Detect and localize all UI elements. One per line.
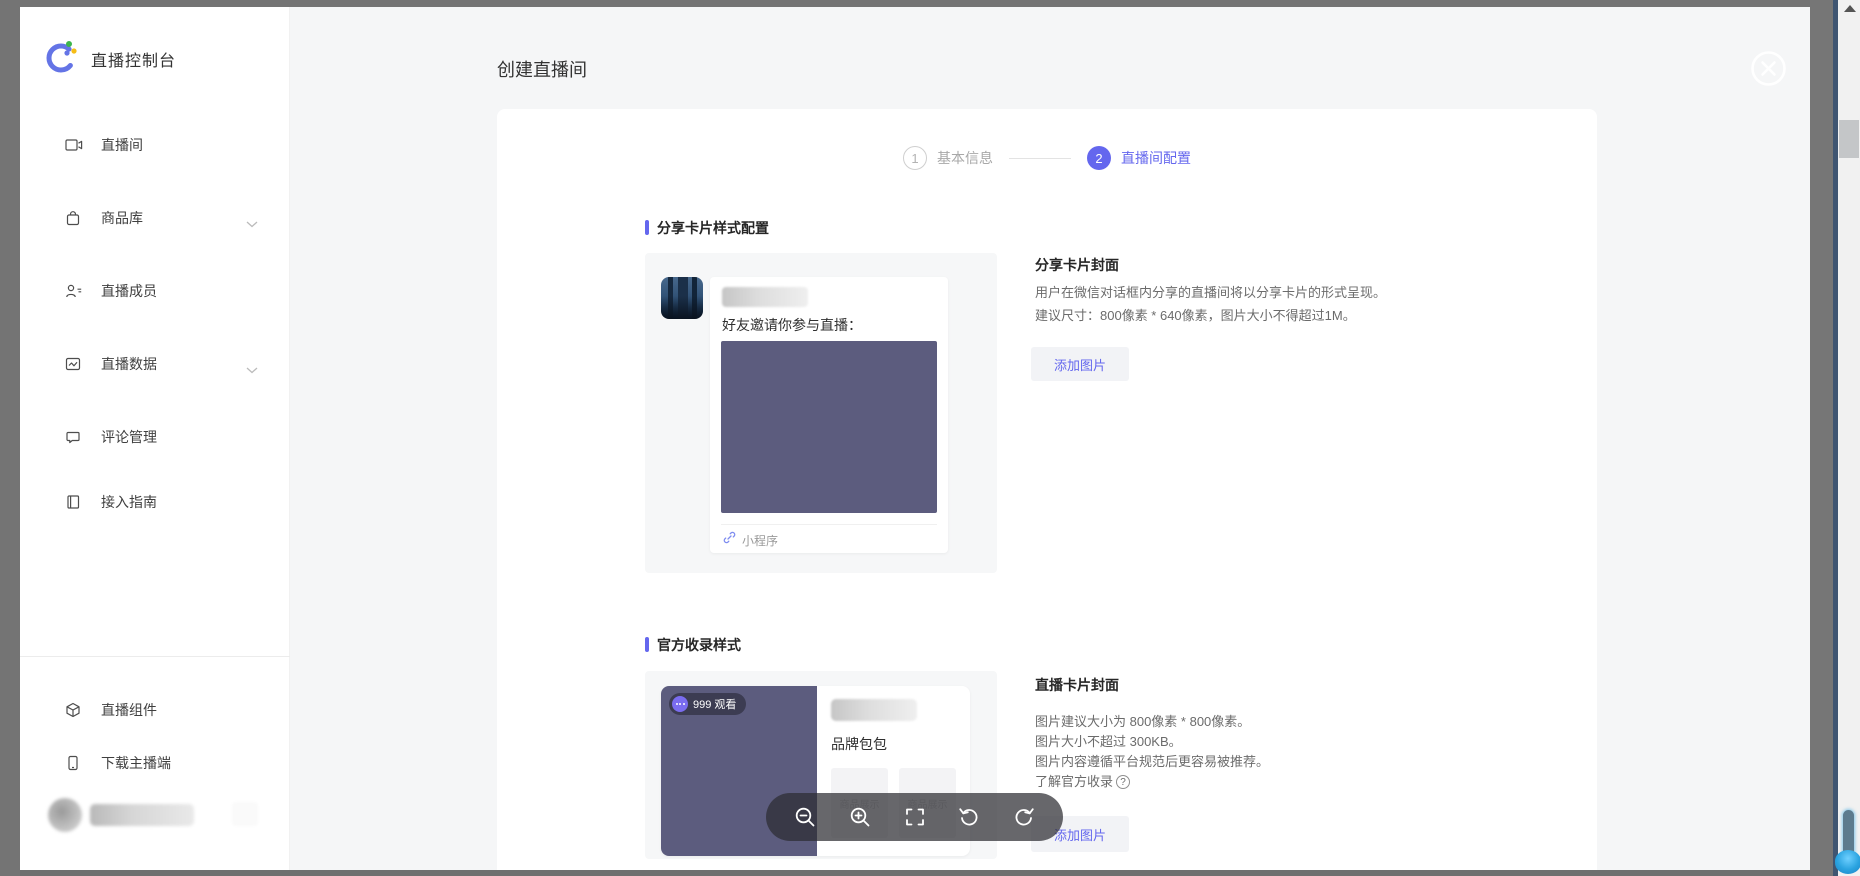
mini-program-label: 小程序 — [742, 532, 778, 549]
viewers-count: 999 观看 — [693, 696, 736, 712]
sidebar-item-label: 接入指南 — [101, 492, 157, 512]
close-button[interactable] — [1750, 50, 1787, 87]
app-title: 直播控制台 — [91, 47, 176, 71]
mini-program-row: 小程序 — [723, 531, 778, 549]
sidebar-item-live-data[interactable]: 直播数据 — [20, 344, 290, 384]
comment-icon — [65, 429, 83, 445]
help-question-icon: ? — [1116, 775, 1130, 789]
video-camera-icon — [65, 137, 83, 153]
zoom-in-icon[interactable] — [847, 804, 873, 830]
section-accent-bar — [645, 637, 649, 652]
sidebar-item-label: 直播成员 — [101, 281, 157, 301]
window-frame-bottom — [0, 870, 1833, 876]
share-chat-card: 好友邀请你参与直播： 小程序 — [710, 277, 948, 553]
learn-official-link[interactable]: 了解官方收录 ? — [1035, 772, 1130, 792]
viewers-badge: 999 观看 — [669, 693, 746, 715]
sidebar-item-label: 商品库 — [101, 208, 143, 228]
step-number: 1 — [903, 146, 927, 170]
cube-icon — [65, 702, 83, 718]
window-frame-right — [1810, 0, 1833, 876]
fullscreen-icon[interactable] — [902, 804, 928, 830]
sidebar-item-product-library[interactable]: 商品库 — [20, 198, 290, 238]
members-icon — [65, 283, 83, 299]
live-cover-line1: 图片建议大小为 800像素 * 800像素。 — [1035, 712, 1250, 732]
chevron-down-icon — [246, 215, 258, 233]
step-label: 直播间配置 — [1121, 148, 1191, 168]
sidebar-item-comment-management[interactable]: 评论管理 — [20, 417, 290, 457]
user-name-blurred — [90, 804, 194, 826]
sidebar-item-label: 下载主播端 — [101, 753, 171, 773]
zoom-out-icon[interactable] — [792, 804, 818, 830]
stepper: 1 基本信息 2 直播间配置 — [497, 146, 1597, 170]
scrollbar-up-arrow-icon[interactable] — [1844, 5, 1856, 12]
user-badge-blurred — [232, 802, 258, 826]
share-cover-line2: 建议尺寸：800像素 * 640像素，图片大小不得超过1M。 — [1035, 304, 1356, 327]
sidebar-divider — [20, 656, 290, 657]
phone-icon — [65, 755, 83, 771]
sidebar-item-live-members[interactable]: 直播成员 — [20, 271, 290, 311]
live-cover-title: 直播卡片封面 — [1035, 675, 1119, 695]
share-card-image-placeholder — [721, 341, 937, 513]
window-frame-left — [0, 0, 20, 876]
invite-text: 好友邀请你参与直播： — [722, 315, 862, 335]
window-frame-top — [0, 0, 1833, 7]
add-share-image-button[interactable]: 添加图片 — [1031, 347, 1129, 381]
sidebar-item-integration-guide[interactable]: 接入指南 — [20, 482, 290, 522]
step-room-config[interactable]: 2 直播间配置 — [1087, 146, 1191, 170]
chart-icon — [65, 356, 83, 372]
sidebar-item-label: 直播间 — [101, 135, 143, 155]
live-cover-line3: 图片内容遵循平台规范后更容易被推荐。 — [1035, 752, 1269, 772]
step-basic-info[interactable]: 1 基本信息 — [903, 146, 993, 170]
chat-avatar-image — [661, 277, 703, 319]
shop-name-blurred — [831, 699, 917, 721]
sidebar-item-label: 直播组件 — [101, 700, 157, 720]
user-avatar[interactable] — [48, 798, 82, 832]
guide-book-icon — [65, 494, 83, 510]
image-viewer-toolbar — [766, 793, 1063, 841]
sidebar-item-live-room[interactable]: 直播间 — [20, 125, 290, 165]
section-accent-bar — [645, 220, 649, 235]
chat-card-divider — [721, 524, 937, 525]
share-cover-line1: 用户在微信对话框内分享的直播间将以分享卡片的形式呈现。 — [1035, 281, 1386, 304]
mouse-cursor-tip — [1835, 850, 1860, 874]
step-connector — [1009, 158, 1071, 159]
rotate-left-icon[interactable] — [956, 804, 982, 830]
sidebar-item-download-broadcaster[interactable]: 下载主播端 — [20, 743, 290, 783]
chat-sender-name-blurred — [722, 287, 808, 307]
official-section-heading: 官方收录样式 — [657, 635, 741, 655]
share-card-preview-panel: 好友邀请你参与直播： 小程序 — [645, 253, 997, 573]
scrollbar-thumb[interactable] — [1839, 120, 1859, 158]
sidebar-item-label: 直播数据 — [101, 354, 157, 374]
share-section-heading: 分享卡片样式配置 — [657, 218, 769, 238]
live-cover-line2: 图片大小不超过 300KB。 — [1035, 732, 1182, 752]
share-cover-title: 分享卡片封面 — [1035, 255, 1119, 275]
chevron-down-icon — [246, 361, 258, 379]
live-title: 品牌包包 — [831, 734, 956, 754]
step-label: 基本信息 — [937, 148, 993, 168]
link-icon — [723, 531, 736, 549]
learn-official-text: 了解官方收录 — [1035, 772, 1113, 792]
shopping-bag-icon — [65, 210, 83, 226]
sidebar-item-label: 评论管理 — [101, 427, 157, 447]
page-title: 创建直播间 — [497, 56, 587, 82]
sidebar-item-live-component[interactable]: 直播组件 — [20, 690, 290, 730]
app-logo-icon — [43, 39, 80, 76]
step-number: 2 — [1087, 146, 1111, 170]
rotate-right-icon[interactable] — [1011, 804, 1037, 830]
live-dots-icon — [672, 696, 688, 712]
